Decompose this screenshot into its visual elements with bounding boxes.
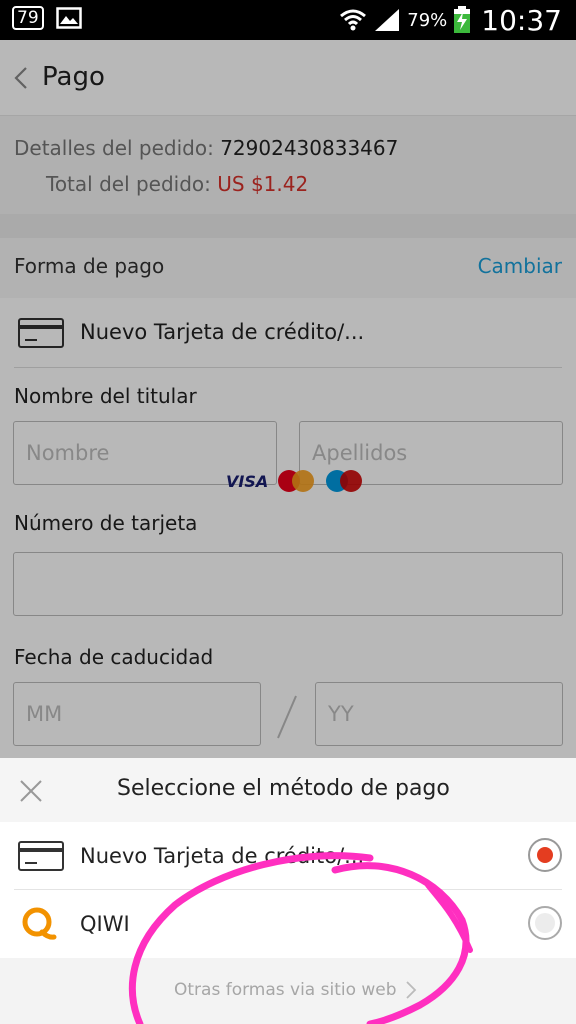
radio-selected[interactable]: [528, 838, 562, 872]
close-icon[interactable]: [18, 778, 44, 804]
sheet-footer: Otras formas via sitio web: [0, 958, 576, 1024]
battery-percent: 79%: [407, 9, 448, 31]
option-qiwi[interactable]: QIWI: [0, 890, 576, 958]
option-label: Nuevo Tarjeta de crédito/...: [80, 844, 365, 868]
sheet-header: Seleccione el método de pago: [0, 758, 576, 822]
payment-method-sheet: Seleccione el método de pago Nuevo Tarje…: [0, 758, 576, 1024]
qiwi-logo-icon: [22, 907, 57, 940]
wifi-icon: [340, 9, 367, 31]
battery-charging-icon: [454, 6, 471, 33]
status-bar: 79 79% 10:37: [0, 0, 576, 40]
credit-card-icon: [18, 841, 64, 871]
other-methods-label: Otras formas via sitio web: [174, 980, 397, 1000]
signal-icon: [375, 9, 400, 31]
status-bar-right: 79% 10:37: [339, 2, 562, 38]
radio-unselected[interactable]: [528, 906, 562, 940]
notification-badge: 79: [12, 6, 44, 30]
option-label: QIWI: [80, 912, 130, 936]
status-bar-left: 79: [12, 6, 82, 30]
sheet-title: Seleccione el método de pago: [117, 776, 450, 801]
option-credit-card[interactable]: Nuevo Tarjeta de crédito/...: [0, 822, 576, 890]
image-icon: [55, 7, 82, 29]
clock: 10:37: [481, 3, 562, 37]
modal-backdrop[interactable]: [0, 40, 576, 758]
other-methods-link[interactable]: Otras formas via sitio web: [174, 980, 417, 1000]
chevron-right-icon: [405, 981, 416, 999]
